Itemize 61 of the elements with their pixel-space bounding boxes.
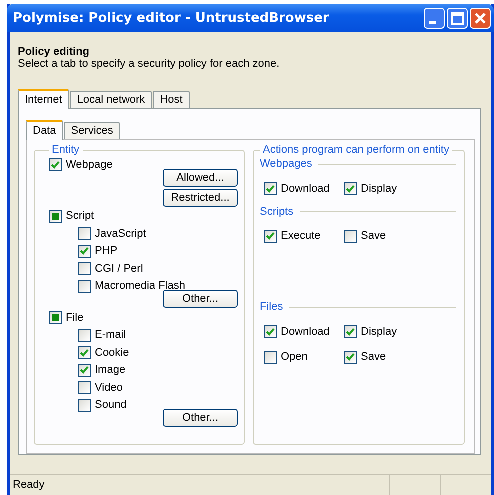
checkbox-label: E-mail (95, 329, 126, 342)
zone-tab[interactable]: Local network (70, 91, 152, 108)
checkbox-label: PHP (95, 245, 118, 258)
option-button[interactable]: Restricted... (163, 188, 238, 206)
checkbox-label: Display (361, 326, 398, 338)
sub-tab[interactable]: Data (26, 120, 64, 140)
section-title: Files (260, 301, 284, 313)
checkbox-label: Webpage (66, 158, 113, 171)
checkbox[interactable] (78, 280, 91, 293)
checkbox[interactable] (344, 325, 357, 338)
checkbox[interactable] (49, 210, 62, 223)
checkbox[interactable] (344, 350, 357, 364)
checkbox-label: Cookie (95, 346, 130, 359)
checkbox[interactable] (49, 158, 62, 172)
checkbox[interactable] (264, 325, 277, 338)
checkbox-label: Download (281, 326, 330, 338)
checkbox[interactable] (78, 227, 91, 240)
checkbox[interactable] (78, 244, 91, 258)
option-button[interactable]: Other... (163, 409, 238, 427)
checkbox-label: Video (95, 382, 123, 394)
option-button[interactable]: Allowed... (163, 168, 238, 186)
checkbox[interactable] (344, 182, 357, 196)
checkbox[interactable] (78, 346, 91, 360)
checkbox[interactable] (264, 230, 277, 243)
close-icon[interactable] (470, 8, 491, 28)
maximize-icon[interactable] (447, 8, 468, 28)
description: Select a tab to specify a security policy for each zone. (18, 58, 281, 70)
heading: Policy editing (18, 46, 91, 58)
checkbox[interactable] (344, 230, 357, 243)
sub-tab[interactable]: Services (64, 122, 120, 139)
window-title: Polymise: Policy editor - UntrustedBrowser (13, 10, 330, 26)
checkbox-label: CGI / Perl (95, 262, 144, 275)
group-title: Actions program can perform on entity (262, 144, 450, 156)
checkbox[interactable] (78, 364, 91, 377)
checkbox[interactable] (78, 262, 91, 276)
checkbox-label: Image (95, 364, 126, 376)
checkbox-label: Sound (95, 399, 127, 412)
checkbox[interactable] (78, 381, 91, 394)
checkbox-label: Open (281, 351, 308, 364)
section-title: Scripts (260, 206, 294, 218)
checkbox[interactable] (78, 398, 91, 412)
checkbox-label: Display (361, 182, 398, 195)
checkbox-label: Execute (281, 230, 321, 242)
checkbox-label: Save (361, 351, 386, 364)
checkbox-label: Download (281, 182, 330, 195)
checkbox[interactable] (49, 311, 62, 324)
checkbox-label: Macromedia Flash (95, 280, 186, 292)
checkbox[interactable] (78, 328, 91, 342)
checkbox[interactable] (264, 182, 277, 196)
checkbox-label: JavaScript (95, 228, 146, 240)
zone-tab[interactable]: Internet (18, 89, 70, 109)
section-title: Webpages (260, 158, 312, 170)
zone-tab[interactable]: Host (153, 91, 190, 108)
checkbox[interactable] (264, 350, 277, 364)
group-title: Entity (51, 144, 81, 156)
checkbox-label: Save (361, 230, 386, 242)
option-button[interactable]: Other... (163, 290, 238, 308)
checkbox-label: File (66, 312, 84, 324)
checkbox-label: Script (66, 210, 94, 222)
minimize-icon[interactable] (424, 8, 445, 28)
status-text: Ready (13, 479, 45, 491)
